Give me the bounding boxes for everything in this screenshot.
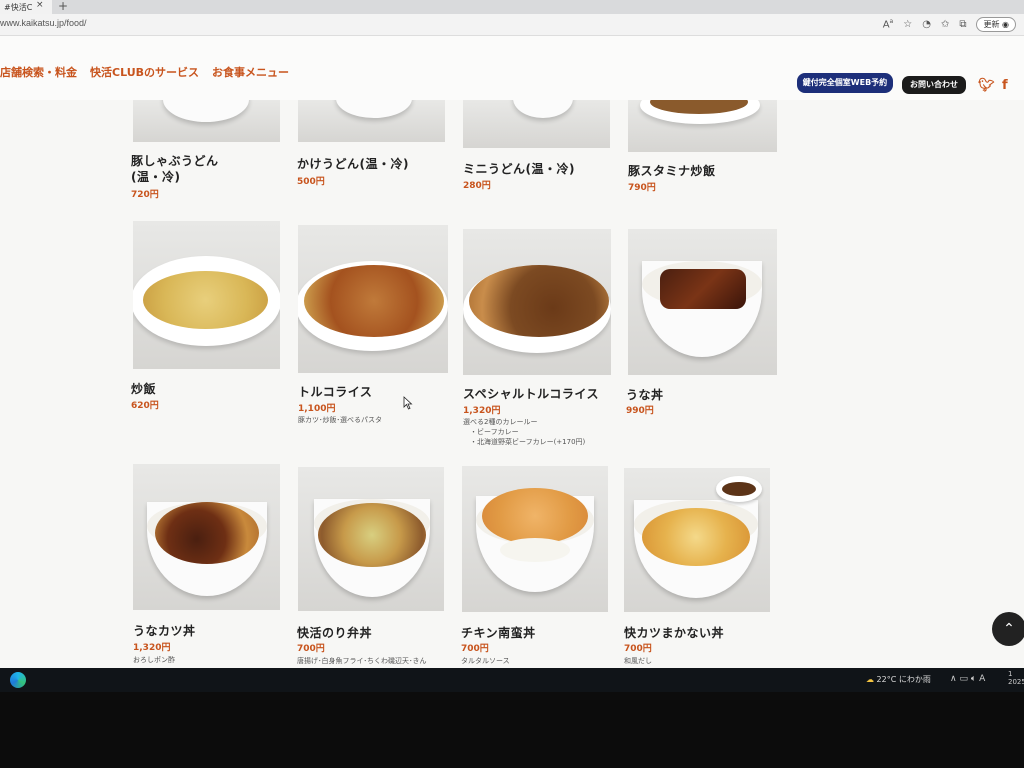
nav-store-search[interactable]: 店舗検索・料金 [0,64,77,80]
eel [660,269,746,309]
menu-item-price: 700円 [461,644,489,654]
favorite-star-icon[interactable]: ☆ [903,19,912,30]
volume-icon[interactable]: 🔈︎ [971,674,976,684]
menu-item-price: 1,320円 [463,406,501,416]
weather-text: 22°C にわか雨 [876,675,931,684]
menu-photo[interactable] [133,100,280,142]
tab-close-icon[interactable]: × [36,0,44,10]
egg-cutlet [642,508,750,566]
read-aloud-icon[interactable]: Aa [883,18,894,30]
weather-widget[interactable]: ☁ 22°C にわか雨 [866,674,931,685]
menu-item-price: 620円 [131,401,159,411]
site-header: 店舗検索・料金 快活CLUBのサービス お食事メニュー 鍵付完全個室WEB予約 … [0,36,1024,100]
favorites-icon[interactable]: ✩ [941,19,949,30]
menu-item-name[interactable]: チキン南蛮丼 [461,624,536,641]
facebook-icon[interactable]: f [1002,78,1008,93]
edge-browser-icon[interactable] [10,672,26,688]
menu-item-name[interactable]: トルコライス [298,383,372,400]
menu-item-desc: 和風だし [624,657,652,665]
menu-item-name[interactable]: うなカツ丼 [133,622,196,639]
clock-date: 2025 [1008,678,1024,686]
menu-photo-special-torukorice[interactable] [463,229,611,375]
menu-photo-makanai-katsudon[interactable] [624,468,770,612]
clock-time: 1 [1008,670,1013,678]
system-tray: ∧ ▭ 🔈︎ A 1 2025 [950,670,1024,686]
menu-photo[interactable] [463,100,610,148]
twitter-icon[interactable]: 🐦︎ [978,78,995,93]
bowl [163,100,249,122]
monitor-bezel [0,692,1024,768]
menu-photo-unadon[interactable] [628,229,777,375]
menu-photo-noriben[interactable] [298,467,444,611]
menu-item-name-line2[interactable]: (温・冷) [131,168,180,185]
toolbar-icons: Aa ☆ ◔ ✩ ⧉ 更新 ◉ [883,17,1016,32]
curry [469,265,609,337]
menu-photo-unakatsudon[interactable] [133,464,280,610]
menu-item-name[interactable]: かけうどん(温・冷) [297,155,409,172]
web-reservation-button[interactable]: 鍵付完全個室WEB予約 [797,73,893,93]
menu-item-name[interactable]: スペシャルトルコライス [463,385,599,402]
menu-photo-torukorice[interactable] [298,225,448,373]
tartar-sauce [500,538,570,562]
new-tab-button[interactable]: + [58,0,68,13]
bowl [336,100,412,118]
menu-item-price: 700円 [297,644,325,654]
nav-services[interactable]: 快活CLUBのサービス [90,64,199,80]
chevron-up-tray-icon[interactable]: ∧ [950,674,957,684]
url-text[interactable]: www.kaikatsu.jp/food/ [0,18,87,28]
update-button[interactable]: 更新 ◉ [976,17,1016,32]
clock[interactable]: 1 2025 [1008,670,1024,686]
chevron-up-icon: ⌃ [1003,621,1015,637]
menu-item-name[interactable]: 豚スタミナ炒飯 [628,162,716,179]
browser-tab[interactable]: #快活C × [0,0,52,14]
address-bar[interactable]: www.kaikatsu.jp/food/ Aa ☆ ◔ ✩ ⧉ 更新 ◉ [0,14,1024,36]
menu-item-name[interactable]: 豚しゃぶうどん [131,152,219,169]
menu-item-price: 280円 [463,181,491,191]
menu-item-name[interactable]: 快カツまかない丼 [624,624,724,641]
menu-item-price: 500円 [297,177,325,187]
nav-food-menu[interactable]: お食事メニュー [212,64,289,80]
menu-item-name[interactable]: ミニうどん(温・冷) [463,160,575,177]
fried-rice [143,271,268,329]
menu-item-name[interactable]: 快活のり弁丼 [297,624,372,641]
dashi [722,482,756,496]
menu-photo-fried-rice[interactable] [133,221,280,369]
pork-cutlet [304,265,444,337]
menu-item-desc: おろしポン酢 [133,656,175,664]
menu-item-price: 1,100円 [298,404,336,414]
menu-item-price: 720円 [131,190,159,200]
tab-title: #快活C [4,3,33,12]
fried-chicken [482,488,588,544]
tab-bar: #快活C × + [0,0,1024,14]
menu-item-price: 990円 [626,406,654,416]
menu-item-name[interactable]: 炒飯 [131,380,156,397]
weather-icon: ☁ [866,675,874,684]
menu-photo[interactable] [628,100,777,152]
fried-toppings [318,503,426,567]
menu-item-desc-line2: ・ビーフカレー [470,428,519,436]
menu-item-name[interactable]: うな丼 [626,386,664,403]
menu-item-desc: 唐揚げ･白身魚フライ･ちくわ磯辺天･きん [297,657,427,665]
update-label: 更新 [983,20,1000,29]
menu-item-desc: タルタルソース [461,657,510,665]
menu-item-desc: 豚カツ･炒飯･選べるパスタ [298,416,382,424]
menu-item-price: 790円 [628,183,656,193]
browser-window: #快活C × + www.kaikatsu.jp/food/ Aa ☆ ◔ ✩ … [0,0,1024,668]
menu-item-desc-line3: ・北海道野菜ビーフカレー(+170円) [470,438,586,446]
mouse-cursor-icon [403,396,413,410]
contact-button[interactable]: お問い合わせ [902,76,966,94]
menu-photo-chicken-nanban[interactable] [462,466,608,612]
network-icon[interactable]: ▭ [959,674,968,684]
ime-indicator[interactable]: A [979,674,985,684]
collections-icon[interactable]: ⧉ [959,19,966,30]
bowl [513,100,573,118]
eel-cutlet [155,502,259,564]
extensions-icon[interactable]: ◔ [922,19,931,30]
menu-item-price: 700円 [624,644,652,654]
menu-item-price: 1,320円 [133,643,171,653]
menu-photo[interactable] [298,100,445,142]
menu-item-desc: 選べる2種のカレールー [463,418,538,426]
scroll-to-top-button[interactable]: ⌃ [992,612,1024,646]
